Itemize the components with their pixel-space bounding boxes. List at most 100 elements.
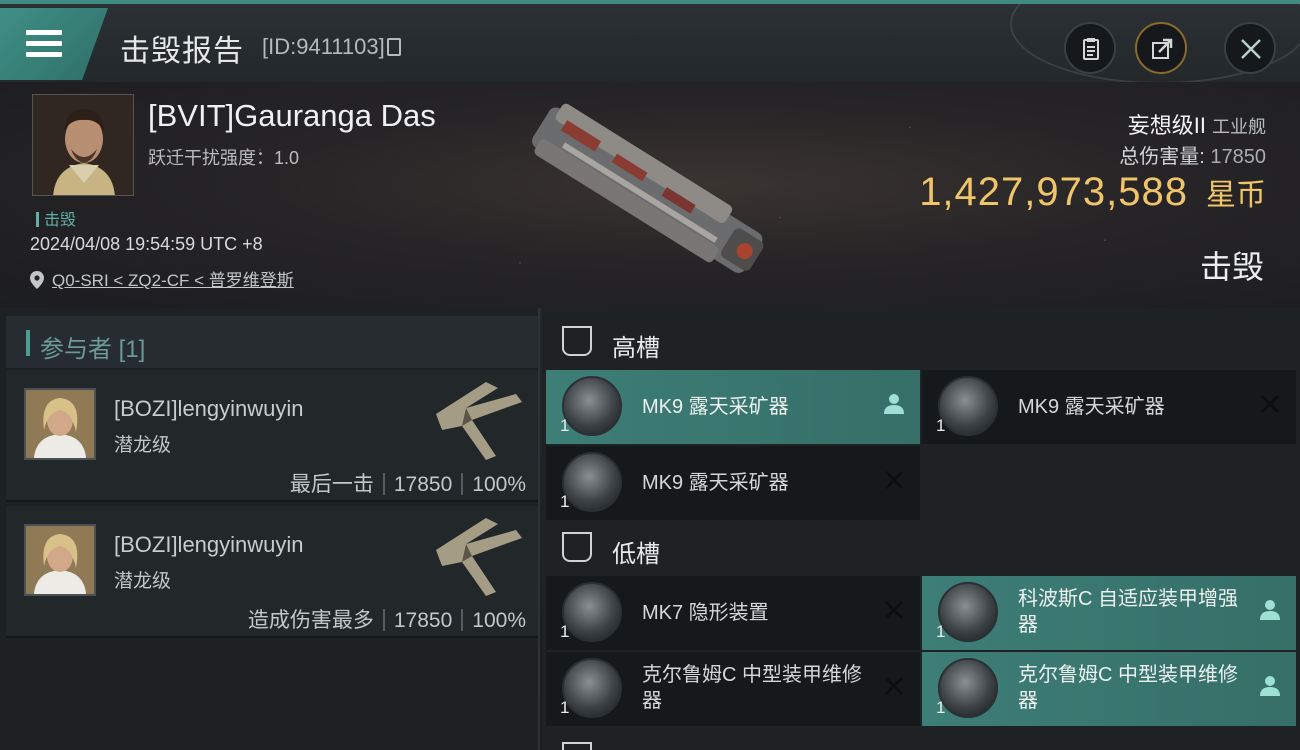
location-link[interactable]: Q0-SRI < ZQ2-CF < 普罗维登斯 (52, 271, 294, 290)
destroyed-x-icon (884, 470, 904, 490)
module-item[interactable]: 1 克尔鲁姆C 中型装甲维修器 (922, 652, 1296, 726)
module-name: 科波斯C 自适应装甲增强器 (1018, 588, 1238, 636)
isk-value: 1,427,973,588 星币 (919, 170, 1266, 215)
participant-damage: 17850 (393, 473, 453, 496)
menu-button[interactable] (0, 8, 108, 80)
participant-damage: 17850 (393, 609, 453, 632)
module-item[interactable]: 1 MK9 露天采矿器 (546, 370, 920, 444)
notes-button[interactable] (1064, 22, 1116, 74)
participant-ship-image (436, 518, 522, 596)
victim-ship-image[interactable] (512, 92, 792, 292)
participant-percent: 100% (472, 473, 526, 496)
location-pin-icon (30, 271, 44, 289)
module-name: MK9 露天采矿器 (642, 472, 789, 494)
total-damage-label: 总伤害量: (1119, 146, 1205, 168)
participants-header: 参与者 [1] (6, 316, 538, 368)
victim-panel: [BVIT]Gauranga Das 跃迁干扰强度：1.0 击毁 2024/04… (0, 82, 1300, 308)
copy-icon[interactable] (386, 38, 401, 56)
victim-portrait-image (33, 95, 133, 195)
fitting-panel: 高槽 1 MK9 露天采矿器 1 MK9 露天采矿器 1 MK9 露天采矿器 低… (542, 308, 1300, 750)
module-qty: 1 (936, 622, 946, 641)
module-name: MK7 隐形装置 (642, 602, 769, 624)
destroyed-x-icon (1260, 394, 1280, 414)
module-name: MK9 露天采矿器 (1018, 396, 1165, 418)
hamburger-icon (26, 30, 62, 58)
page-title: 击毁报告 (120, 35, 244, 68)
module-qty: 1 (560, 492, 570, 511)
participant-ship-image (436, 382, 522, 460)
strip-miner-icon (562, 452, 622, 512)
slot-icon (562, 742, 592, 750)
armor-repairer-icon (562, 658, 622, 718)
killmail-window: 击毁报告 [ID:9411103] [BVIT]Gauranga Das 跃迁干… (0, 0, 1300, 750)
participant-name[interactable]: [BOZI]lengyinwuyin (114, 396, 304, 422)
participant-row[interactable]: [BOZI]lengyinwuyin 潜龙级 造成伤害最多 17850 100% (6, 506, 538, 638)
close-icon (1241, 39, 1261, 59)
report-id-text: [ID:9411103] (262, 34, 385, 59)
kill-status: 击毁 (1199, 249, 1264, 285)
module-qty: 1 (936, 698, 946, 717)
kill-location[interactable]: Q0-SRI < ZQ2-CF < 普罗维登斯 (30, 266, 294, 291)
total-damage: 总伤害量: 17850 (1119, 140, 1266, 169)
title-bar: 击毁报告 [ID:9411103] (0, 0, 1300, 84)
module-qty: 1 (560, 416, 570, 435)
total-damage-value: 17850 (1210, 146, 1266, 168)
kill-tag: 击毁 (36, 206, 76, 230)
dropped-person-icon (884, 394, 904, 414)
next-slots-header (562, 734, 1262, 750)
kill-timestamp: 2024/04/08 19:54:59 UTC +8 (30, 234, 263, 254)
participant-portrait-image (26, 526, 94, 594)
participant-ship: 潜龙级 (114, 435, 172, 456)
close-button[interactable] (1224, 22, 1276, 74)
header-accent-bar (26, 330, 30, 356)
participant-row[interactable]: [BOZI]lengyinwuyin 潜龙级 最后一击 17850 100% (6, 370, 538, 502)
victim-ship-class: 工业舰 (1212, 117, 1266, 137)
share-icon (1152, 38, 1173, 59)
low-slots-label: 低槽 (612, 541, 660, 568)
participants-panel: 参与者 [1] [BOZI]lengyinwuyin 潜龙级 最后一击 17850… (0, 308, 540, 750)
strip-miner-icon (938, 376, 998, 436)
victim-ship-name[interactable]: 妄想级II (1128, 113, 1206, 138)
stat-separator (382, 473, 385, 495)
clipboard-icon (1083, 38, 1099, 60)
participant-stats: 最后一击 17850 100% (290, 468, 526, 498)
low-slots-header: 低槽 (562, 524, 1262, 574)
module-qty: 1 (560, 622, 570, 641)
victim-portrait[interactable] (32, 94, 134, 196)
participant-role: 最后一击 (289, 473, 374, 496)
armor-hardener-icon (938, 582, 998, 642)
module-name: MK9 露天采矿器 (642, 396, 789, 418)
high-slots-header: 高槽 (562, 318, 1262, 368)
victim-name[interactable]: [BVIT]Gauranga Das (148, 98, 436, 134)
dropped-person-icon (1260, 676, 1280, 696)
module-item[interactable]: 1 科波斯C 自适应装甲增强器 (922, 576, 1296, 650)
stat-separator (461, 473, 464, 495)
module-item[interactable]: 1 克尔鲁姆C 中型装甲维修器 (546, 652, 920, 726)
participant-role: 造成伤害最多 (247, 609, 374, 632)
module-qty: 1 (936, 416, 946, 435)
participant-ship: 潜龙级 (114, 571, 172, 592)
participant-avatar[interactable] (24, 388, 96, 460)
module-item[interactable]: 1 MK9 露天采矿器 (546, 446, 920, 520)
low-slot-icon (562, 532, 592, 562)
high-slot-icon (562, 326, 592, 356)
module-qty: 1 (560, 698, 570, 717)
participant-avatar[interactable] (24, 524, 96, 596)
module-name: 克尔鲁姆C 中型装甲维修器 (1018, 664, 1238, 712)
victim-ship-line: 妄想级II 工业舰 (1128, 108, 1266, 140)
destroyed-x-icon (884, 600, 904, 620)
participants-heading: 参与者 [1] (40, 336, 146, 363)
high-slots-label: 高槽 (612, 335, 660, 362)
strip-miner-icon (562, 376, 622, 436)
participant-portrait-image (26, 390, 94, 458)
isk-amount: 1,427,973,588 (919, 170, 1188, 214)
armor-repairer-icon (938, 658, 998, 718)
destroyed-x-icon (884, 676, 904, 696)
participant-name[interactable]: [BOZI]lengyinwuyin (114, 532, 304, 558)
module-item[interactable]: 1 MK7 隐形装置 (546, 576, 920, 650)
module-item[interactable]: 1 MK9 露天采矿器 (922, 370, 1296, 444)
participant-percent: 100% (472, 609, 526, 632)
participant-stats: 造成伤害最多 17850 100% (248, 604, 526, 634)
share-button[interactable] (1135, 22, 1187, 74)
warp-disruption: 跃迁干扰强度：1.0 (148, 148, 300, 168)
